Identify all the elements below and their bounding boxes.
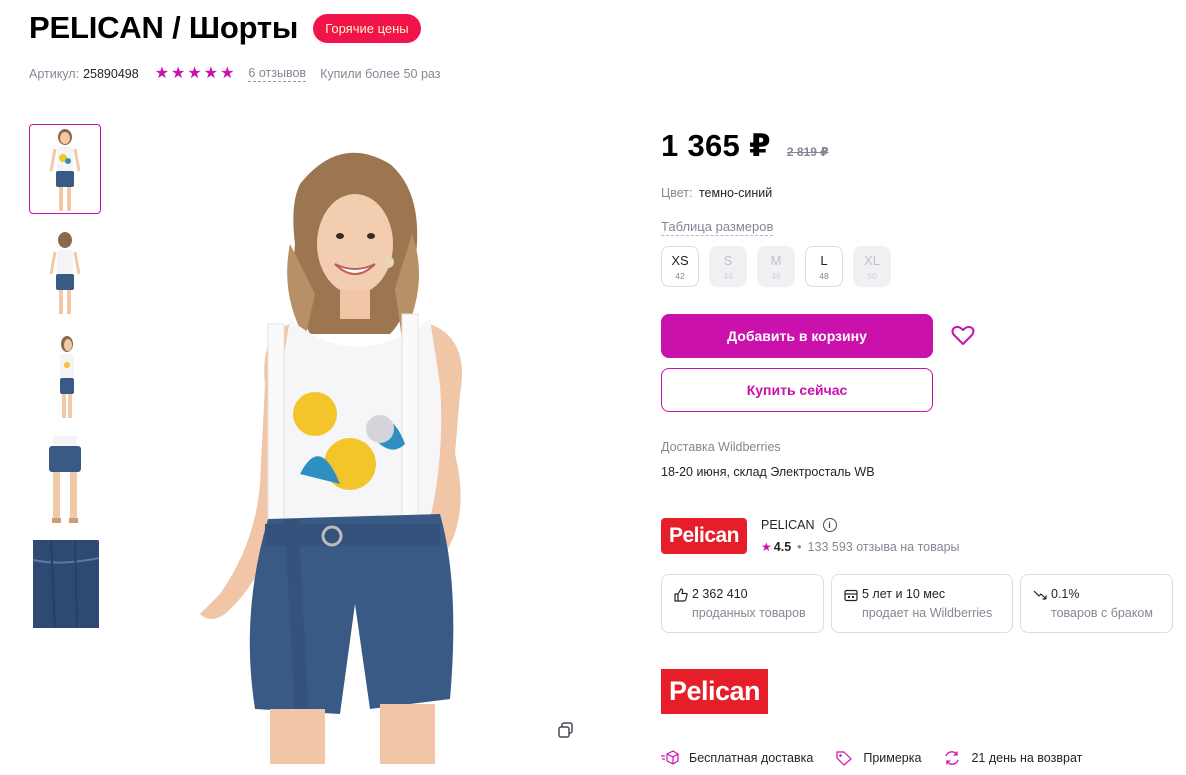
size-table-link[interactable]: Таблица размеров	[661, 219, 774, 236]
size-option-m[interactable]: M 46	[757, 246, 795, 287]
star-icon: ★	[187, 65, 202, 82]
thumbnail-front[interactable]	[29, 124, 101, 214]
old-price: 2 819 ₽	[786, 145, 829, 159]
fabric-thumbnail	[32, 540, 99, 628]
feature-return: 21 день на возврат	[943, 750, 1082, 766]
stat-label: товаров с браком	[1051, 606, 1153, 620]
price-row: 1 365 ₽ 2 819 ₽	[661, 128, 829, 164]
box-icon	[661, 750, 679, 765]
feature-label: 21 день на возврат	[971, 751, 1083, 765]
model-illustration	[200, 152, 462, 764]
feature-label: Примерка	[863, 751, 922, 765]
heart-icon[interactable]	[950, 322, 976, 348]
product-title: PELICAN / Шорты	[29, 10, 299, 45]
stat-tenure: 5 лет и 10 мес продает на Wildberries	[831, 574, 1013, 633]
stat-sold: 2 362 410 проданных товаров	[661, 574, 824, 633]
delivery-label: Доставка Wildberries	[661, 440, 781, 454]
stat-label: проданных товаров	[692, 606, 806, 620]
size-label: XS	[671, 252, 689, 268]
seller-reviews: 133 593 отзыва на товары	[807, 540, 960, 554]
size-ru: 44	[723, 270, 733, 281]
buy-now-button[interactable]: Купить сейчас	[661, 368, 933, 412]
thumbs-up-icon	[674, 588, 688, 602]
seller-rating-row: ★ 4.5 • 133 593 отзыва на товары	[761, 540, 960, 554]
seller-rating: 4.5	[773, 540, 792, 554]
separator-dot: •	[797, 540, 802, 554]
stat-value: 5 лет и 10 мес	[862, 587, 946, 601]
size-option-xs[interactable]: XS 42	[661, 246, 699, 287]
model-back-thumbnail	[49, 232, 81, 314]
feature-fitting: Примерка	[835, 750, 921, 766]
size-ru: 48	[819, 270, 829, 281]
info-icon[interactable]: i	[822, 518, 837, 532]
shorts-detail-thumbnail	[49, 436, 81, 523]
star-icon: ★	[220, 65, 235, 82]
thumbnail-back[interactable]	[29, 228, 101, 318]
add-to-cart-button[interactable]: Добавить в корзину	[661, 314, 933, 358]
thumbnail-list	[29, 124, 101, 644]
bought-count: Купили более 50 раз	[320, 67, 441, 81]
brand-logo[interactable]: Pelican	[661, 669, 768, 714]
seller-name-row: PELICAN i	[761, 518, 837, 532]
size-ru: 42	[675, 270, 685, 281]
current-price: 1 365 ₽	[661, 128, 771, 163]
thumbnail-fabric[interactable]	[29, 540, 101, 630]
copy-icon[interactable]	[556, 720, 576, 740]
main-product-image[interactable]	[140, 124, 595, 764]
star-icon: ★	[154, 65, 170, 82]
thumbnail-side[interactable]	[29, 332, 101, 422]
calendar-icon	[844, 589, 858, 602]
size-ru: 50	[867, 270, 877, 281]
size-option-xl[interactable]: XL 50	[853, 246, 891, 287]
size-label: M	[770, 252, 782, 268]
feature-free-delivery: Бесплатная доставка	[661, 750, 813, 766]
size-option-l[interactable]: L 48	[805, 246, 843, 287]
color-value: темно-синий	[698, 186, 773, 200]
color-label: Цвет:	[661, 186, 693, 200]
stat-defects: 0.1% товаров с браком	[1020, 574, 1173, 633]
color-row: Цвет: темно-синий	[661, 186, 772, 200]
size-option-s[interactable]: S 44	[709, 246, 747, 287]
size-label: L	[820, 252, 828, 268]
seller-logo[interactable]: Pelican	[661, 518, 747, 554]
delivery-value: 18-20 июня, склад Электросталь WB	[661, 465, 875, 479]
stat-label: продает на Wildberries	[862, 606, 993, 620]
size-ru: 46	[771, 270, 781, 281]
size-label: XL	[864, 252, 880, 268]
star-icon: ★	[761, 540, 772, 554]
size-selector: XS 42 S 44 M 46 L 48 XL 50	[661, 246, 891, 287]
star-icon: ★	[203, 65, 219, 82]
meta-row: Артикул: 25890498 ★ ★ ★ ★ ★ 6 отзывов Ку…	[29, 66, 440, 82]
sku-label: Артикул:	[29, 67, 80, 81]
stat-value: 0.1%	[1051, 587, 1080, 601]
stat-value: 2 362 410	[692, 587, 748, 601]
model-side-thumbnail	[60, 336, 74, 418]
refresh-icon	[945, 751, 960, 765]
feature-label: Бесплатная доставка	[689, 751, 814, 765]
sku-value: 25890498	[83, 67, 139, 81]
thumbnail-shorts-detail[interactable]	[29, 436, 101, 526]
tag-icon	[836, 751, 852, 766]
star-icon: ★	[171, 65, 186, 82]
seller-stats: 2 362 410 проданных товаров 5 лет и 10 м…	[661, 574, 1173, 633]
size-label: S	[723, 252, 733, 268]
reviews-link[interactable]: 6 отзывов	[248, 66, 307, 82]
seller-name[interactable]: PELICAN	[761, 518, 815, 532]
trend-down-icon	[1033, 590, 1047, 600]
features-row: Бесплатная доставка Примерка 21 день на …	[661, 750, 1104, 766]
rating-stars: ★ ★ ★ ★ ★	[155, 66, 235, 82]
model-thumbnail	[49, 129, 81, 211]
hot-price-badge[interactable]: Горячие цены	[313, 13, 421, 43]
title-row: PELICAN / Шорты Горячие цены	[29, 10, 421, 46]
